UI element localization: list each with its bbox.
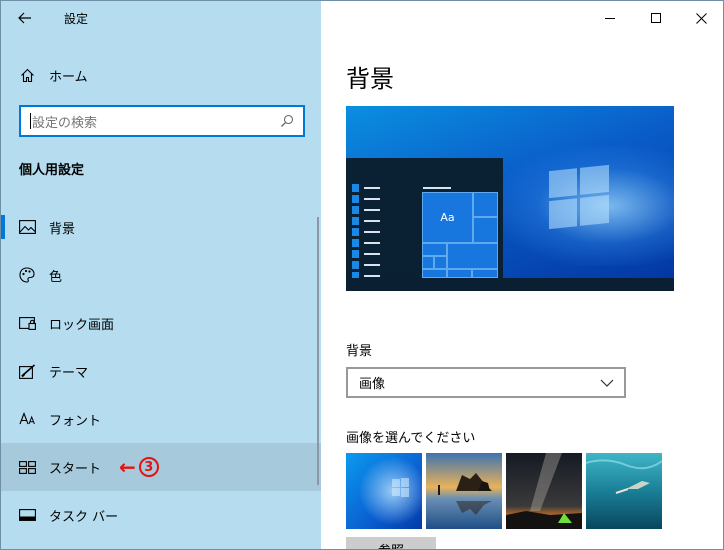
thumbnail-milky-way[interactable]	[506, 453, 582, 529]
close-icon	[695, 9, 707, 28]
background-label: 背景	[346, 344, 373, 359]
search-input[interactable]: 設定の検索	[19, 105, 305, 137]
main-panel: 背景 Aa 背景 画像 画像を選んでください	[321, 1, 723, 549]
preview-tile	[473, 217, 498, 243]
home-link[interactable]: ホーム	[1, 59, 321, 91]
home-icon	[19, 67, 35, 83]
app-title: 設定	[64, 12, 89, 26]
home-label: ホーム	[49, 69, 88, 85]
chevron-down-icon	[599, 375, 615, 391]
settings-window: 設定 ホーム 設定の検索 個人用設定 背景 色 ロック画面 テーマ フォント ス…	[0, 0, 724, 550]
annotation-number: 3	[138, 457, 159, 477]
sidebar-item-label: 背景	[49, 221, 76, 237]
sidebar-item-lock-screen[interactable]: ロック画面	[1, 299, 321, 347]
maximize-button[interactable]	[633, 1, 679, 35]
theme-brush-icon	[18, 362, 36, 380]
sidebar-item-color[interactable]: 色	[1, 251, 321, 299]
back-button[interactable]	[11, 6, 39, 30]
minimize-button[interactable]	[587, 1, 633, 35]
browse-button[interactable]: 参照	[346, 537, 436, 549]
page-title: 背景	[346, 65, 394, 93]
sidebar-item-taskbar[interactable]: タスク バー	[1, 491, 321, 539]
thumbnail-beach-rocks[interactable]	[426, 453, 502, 529]
sidebar-item-start[interactable]: スタート ← 3	[1, 443, 321, 491]
preview-tile-large: Aa	[422, 192, 473, 243]
sidebar-item-theme[interactable]: テーマ	[1, 347, 321, 395]
dropdown-value: 画像	[359, 377, 386, 392]
lock-screen-icon	[18, 314, 36, 332]
picture-icon	[18, 218, 36, 236]
preview-tile	[422, 243, 447, 256]
preview-taskbar	[346, 278, 674, 291]
desktop-preview: Aa	[346, 106, 674, 291]
sidebar-item-background[interactable]: 背景	[1, 203, 321, 251]
title-bar: 設定	[1, 1, 321, 35]
font-icon	[18, 410, 36, 428]
sidebar-item-label: 色	[49, 269, 63, 285]
sidebar-item-font[interactable]: フォント	[1, 395, 321, 443]
sidebar: 設定 ホーム 設定の検索 個人用設定 背景 色 ロック画面 テーマ フォント ス…	[1, 1, 321, 549]
sidebar-item-label: テーマ	[49, 365, 89, 381]
background-type-dropdown[interactable]: 画像	[346, 367, 626, 398]
sidebar-nav: 背景 色 ロック画面 テーマ フォント スタート ← 3 タスク バー	[1, 203, 321, 539]
sidebar-item-label: スタート	[49, 461, 102, 477]
thumbnail-windows-hero[interactable]	[346, 453, 422, 529]
back-arrow-icon	[18, 9, 32, 28]
maximize-icon	[650, 9, 662, 28]
preview-tile-label: Aa	[440, 211, 455, 224]
sidebar-item-label: タスク バー	[49, 509, 119, 525]
thumbnail-underwater[interactable]	[586, 453, 662, 529]
search-icon[interactable]	[279, 113, 295, 129]
preview-tile	[422, 256, 434, 269]
preview-tile	[434, 256, 447, 269]
search-placeholder: 設定の検索	[32, 115, 98, 131]
annotation-arrow: ←	[119, 455, 136, 479]
preview-tile	[473, 192, 498, 217]
sidebar-scrollbar[interactable]	[317, 217, 319, 485]
section-title: 個人用設定	[19, 163, 85, 178]
taskbar-icon	[18, 506, 36, 524]
sidebar-item-label: ロック画面	[49, 317, 115, 333]
preview-tile	[422, 269, 447, 278]
sidebar-item-label: フォント	[49, 413, 102, 429]
preview-tile	[447, 243, 498, 269]
preview-tiles-header	[423, 187, 451, 189]
choose-picture-label: 画像を選んでください	[346, 431, 476, 446]
step-annotation: ← 3	[119, 457, 159, 477]
preview-tile	[447, 269, 472, 278]
text-caret	[30, 113, 31, 129]
palette-icon	[18, 266, 36, 284]
windows-logo-icon	[549, 164, 609, 230]
close-button[interactable]	[678, 1, 723, 35]
start-tiles-icon	[18, 458, 36, 476]
minimize-icon	[604, 9, 616, 28]
preview-tile	[472, 269, 498, 278]
